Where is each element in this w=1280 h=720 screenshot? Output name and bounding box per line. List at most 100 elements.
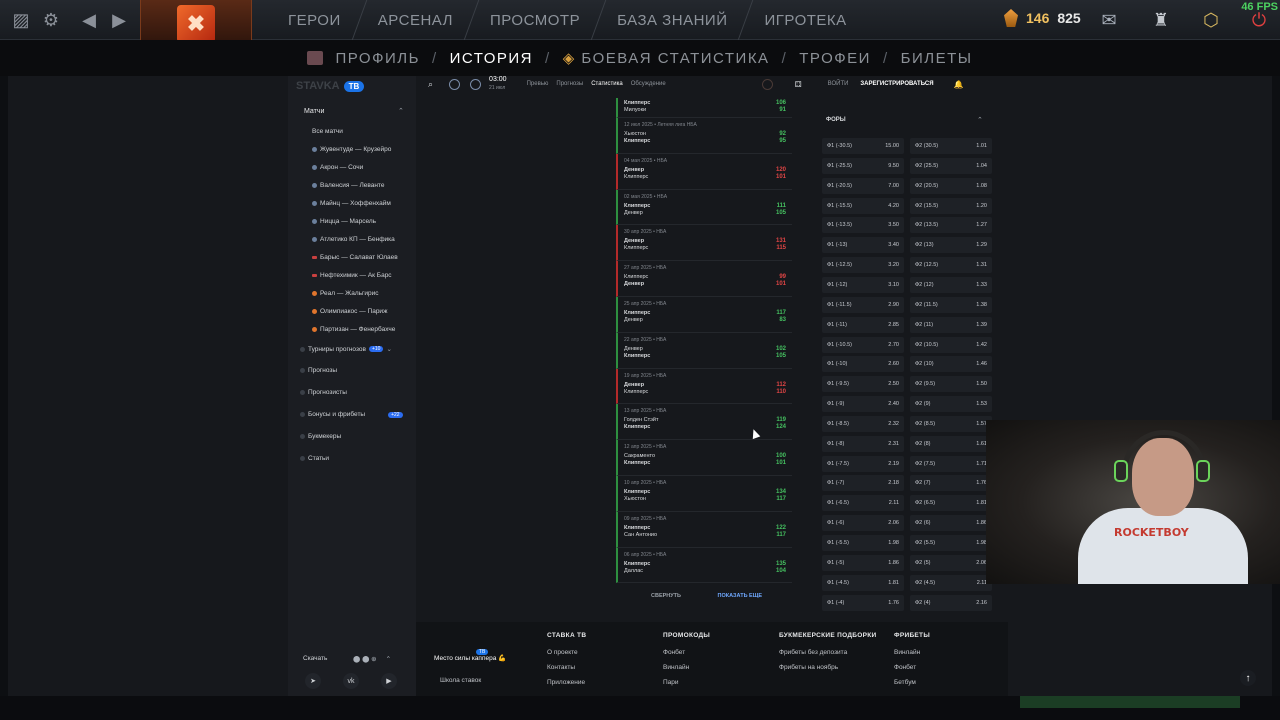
history-match-row[interactable]: Клипперс Милуоки 106 91 xyxy=(616,98,792,118)
odds-cell[interactable]: Ф1 (-4.5) 1.81 xyxy=(822,574,904,591)
sidebar-match-item[interactable]: Атлетико КП — Бенфика xyxy=(312,236,395,243)
subnav-profile[interactable]: ПРОФИЛЬ xyxy=(335,50,420,67)
history-match-row[interactable]: 12 июл 2025 • Летняя лига НБА Хьюстон Клип… xyxy=(616,118,792,154)
odds-cell[interactable]: Ф2 (11.5) 1.38 xyxy=(910,296,992,313)
download-app-label[interactable]: Скачать xyxy=(303,655,327,662)
sidebar-match-item[interactable]: Барыс — Салават Юлаев xyxy=(312,254,398,261)
odds-cell[interactable]: Ф2 (10) 1.46 xyxy=(910,356,992,373)
back-arrow-icon[interactable]: ◀ xyxy=(78,9,100,31)
vk-icon[interactable]: vk xyxy=(343,673,359,689)
odds-cell[interactable]: Ф1 (-9) 2.40 xyxy=(822,396,904,413)
sidebar-match-item[interactable]: Партизан — Фенербахче xyxy=(312,326,395,333)
youtube-icon[interactable]: ▶ xyxy=(381,673,397,689)
sidebar-matches-title[interactable]: Матчи xyxy=(304,108,324,115)
footer-link[interactable]: Винлайн xyxy=(894,649,994,656)
footer-link[interactable]: Приложение xyxy=(547,679,647,686)
app-icon[interactable]: ⚃ xyxy=(795,80,802,89)
register-button[interactable]: ЗАРЕГИСТРИРОВАТЬСЯ xyxy=(860,81,933,87)
odds-cell[interactable]: Ф1 (-7) 2.18 xyxy=(822,475,904,492)
armory-icon[interactable]: ♜ xyxy=(1150,9,1172,31)
odds-cell[interactable]: Ф1 (-8) 2.31 xyxy=(822,435,904,452)
odds-cell[interactable]: Ф2 (10.5) 1.42 xyxy=(910,336,992,353)
odds-cell[interactable]: Ф2 (12) 1.33 xyxy=(910,276,992,293)
odds-cell[interactable]: Ф1 (-10) 2.60 xyxy=(822,356,904,373)
sidebar-item-predictions[interactable]: Прогнозы xyxy=(300,367,337,374)
odds-cell[interactable]: Ф1 (-6.5) 2.11 xyxy=(822,495,904,512)
odds-cell[interactable]: Ф1 (-9.5) 2.50 xyxy=(822,376,904,393)
tab-discussion[interactable]: Обсуждение xyxy=(631,81,666,87)
app-store-icons[interactable]: ⬤ ⬤ ⊕ ⌃ xyxy=(353,655,391,663)
odds-cell[interactable]: Ф2 (7.5) 1.71 xyxy=(910,455,992,472)
odds-cell[interactable]: Ф1 (-30.5) 15.00 xyxy=(822,138,904,154)
level-icon[interactable]: ⬡ xyxy=(1200,9,1222,31)
history-match-row[interactable]: 25 апр 2025 • НБА Клипперс Денвер 117 83 xyxy=(616,296,792,333)
forward-arrow-icon[interactable]: ▶ xyxy=(108,9,130,31)
history-match-row[interactable]: 10 апр 2025 • НБА Клипперс Хьюстон 134 117 xyxy=(616,475,792,512)
odds-cell[interactable]: Ф1 (-25.5) 9.50 xyxy=(822,157,904,174)
history-match-row[interactable]: 09 апр 2025 • НБА Клипперс Сан Антонио 122 1… xyxy=(616,511,792,548)
subnav-trophies[interactable]: ТРОФЕИ xyxy=(799,50,871,67)
history-match-row[interactable]: 02 мая 2025 • НБА Клипперс Денвер 111 105 xyxy=(616,189,792,226)
odds-cell[interactable]: Ф1 (-12.5) 3.20 xyxy=(822,257,904,274)
odds-cell[interactable]: Ф1 (-5.5) 1.98 xyxy=(822,535,904,551)
odds-cell[interactable]: Ф2 (20.5) 1.08 xyxy=(910,177,992,194)
nav-learn[interactable]: БАЗА ЗНАНИЙ xyxy=(599,12,745,29)
odds-cell[interactable]: Ф1 (-8.5) 2.32 xyxy=(822,415,904,432)
sidebar-match-item[interactable]: Майнц — Хоффенхайм xyxy=(312,200,391,207)
handicap-section-title[interactable]: ФОРЫ xyxy=(826,117,846,123)
odds-cell[interactable]: Ф2 (6) 1.86 xyxy=(910,515,992,532)
history-match-row[interactable]: 12 апр 2025 • НБА Сакраменто Клипперс 100 10… xyxy=(616,440,792,476)
odds-cell[interactable]: Ф1 (-13.5) 3.50 xyxy=(822,217,904,234)
history-match-row[interactable]: 06 апр 2025 • НБА Клипперс Даллас 135 104 xyxy=(616,547,792,584)
nav-heroes[interactable]: ГЕРОИ xyxy=(270,12,359,29)
history-match-row[interactable]: 04 мая 2025 • НБА Денвер Клипперс 120 101 xyxy=(616,153,792,190)
odds-cell[interactable]: Ф1 (-20.5) 7.00 xyxy=(822,177,904,194)
search-icon[interactable]: ⌕ xyxy=(428,79,433,90)
odds-cell[interactable]: Ф2 (4.5) 2.11 xyxy=(910,574,992,591)
footer-link[interactable]: Контакты xyxy=(547,664,647,671)
sidebar-item-bonuses[interactable]: Бонусы и фрибеты +22 xyxy=(300,411,403,418)
odds-cell[interactable]: Ф2 (6.5) 1.81 xyxy=(910,495,992,512)
nav-arcade[interactable]: ИГРОТЕКА xyxy=(746,12,864,29)
currency-display[interactable]: 146 825 xyxy=(1004,9,1081,27)
tab-statistics[interactable]: Статистика xyxy=(591,81,623,87)
odds-cell[interactable]: Ф2 (5) 2.06 xyxy=(910,554,992,571)
history-match-row[interactable]: 22 апр 2025 • НБА Денвер Клипперс 102 105 xyxy=(616,332,792,369)
sidebar-all-matches[interactable]: Все матчи xyxy=(312,128,343,135)
odds-cell[interactable]: Ф2 (7) 1.76 xyxy=(910,475,992,492)
sidebar-match-item[interactable]: Валенсия — Леванте xyxy=(312,182,384,189)
telegram-icon[interactable]: ➤ xyxy=(305,673,321,689)
gear-icon[interactable]: ⚙ xyxy=(40,9,62,31)
sidebar-match-item[interactable]: Нефтехимик — Ак Барс xyxy=(312,272,392,279)
odds-cell[interactable]: Ф1 (-12) 3.10 xyxy=(822,276,904,293)
site-logo[interactable]: STAVKA ТВ xyxy=(296,78,365,94)
footer-link[interactable]: О проекте xyxy=(547,649,647,656)
nav-armory[interactable]: АРСЕНАЛ xyxy=(360,12,471,29)
odds-cell[interactable]: Ф2 (11) 1.39 xyxy=(910,316,992,333)
subnav-battle-stats[interactable]: ◈ БОЕВАЯ СТАТИСТИКА xyxy=(563,49,770,67)
nav-watch[interactable]: ПРОСМОТР xyxy=(472,12,598,29)
footer-link[interactable]: Фонбет xyxy=(663,649,763,656)
history-match-row[interactable]: 13 апр 2025 • НБА Голден Стэйт Клипперс 119… xyxy=(616,404,792,441)
odds-cell[interactable]: Ф2 (13) 1.29 xyxy=(910,237,992,254)
sidebar-item-articles[interactable]: Статьи xyxy=(300,455,329,462)
sidebar-item-bookmakers[interactable]: Букмекеры xyxy=(300,433,341,440)
odds-cell[interactable]: Ф1 (-5) 1.86 xyxy=(822,554,904,571)
history-match-row[interactable]: 19 апр 2025 • НБА Денвер Клипперс 112 110 xyxy=(616,368,792,405)
sidebar-match-item[interactable]: Ницца — Марсель xyxy=(312,218,376,225)
footer-link[interactable]: Бетбум xyxy=(894,679,994,686)
odds-cell[interactable]: Ф1 (-10.5) 2.70 xyxy=(822,336,904,353)
odds-cell[interactable]: Ф1 (-4) 1.76 xyxy=(822,594,904,611)
dashboard-icon[interactable]: ▨ xyxy=(10,9,32,31)
odds-cell[interactable]: Ф2 (8.5) 1.57 xyxy=(910,415,992,432)
odds-cell[interactable]: Ф2 (12.5) 1.31 xyxy=(910,257,992,274)
collapse-button[interactable]: СВЕРНУТЬ xyxy=(651,593,681,599)
tab-preview[interactable]: Превью xyxy=(527,81,549,87)
subnav-history[interactable]: ИСТОРИЯ xyxy=(450,50,533,67)
scroll-to-top-button[interactable]: ↑ xyxy=(1240,670,1256,686)
footer-link[interactable]: Винлайн xyxy=(663,664,763,671)
show-more-button[interactable]: ПОКАЗАТЬ ЕЩЕ xyxy=(718,593,763,599)
footer-school-link[interactable]: Школа ставок xyxy=(440,677,481,684)
sidebar-match-item[interactable]: Жувентуде — Крузейро xyxy=(312,146,391,153)
odds-cell[interactable]: Ф2 (30.5) 1.01 xyxy=(910,138,992,154)
